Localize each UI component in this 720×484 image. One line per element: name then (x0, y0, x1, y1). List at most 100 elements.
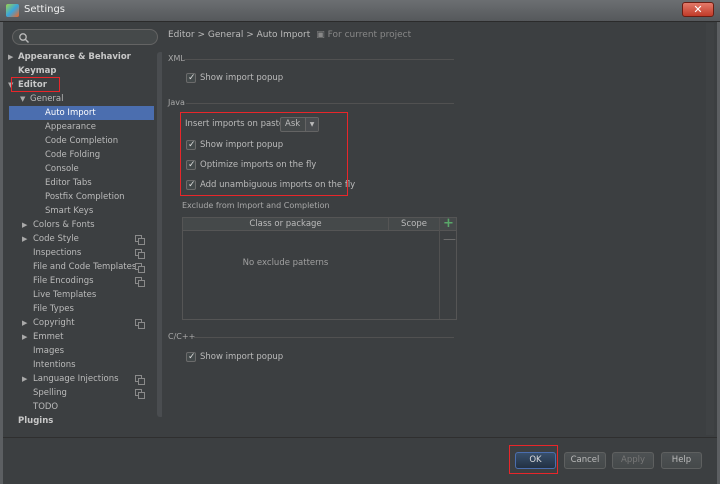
settings-main-panel: Editor > General > Auto Import ▣ For curr… (162, 22, 717, 437)
tree-item-label: File Types (33, 304, 74, 314)
tree-item-console[interactable]: Console (6, 162, 154, 176)
tree-item-label: Images (33, 346, 65, 356)
tree-item-code-completion[interactable]: Code Completion (6, 134, 154, 148)
tree-item-editor-tabs[interactable]: Editor Tabs (6, 176, 154, 190)
cancel-button[interactable]: Cancel (564, 452, 606, 469)
exclude-label: Exclude from Import and Completion (182, 201, 330, 210)
help-button[interactable]: Help (661, 452, 702, 469)
tree-item-label: Appearance (45, 122, 97, 132)
project-scope-icon (135, 277, 145, 287)
tree-item-label: Keymap (18, 66, 57, 76)
tree-item-language-injections[interactable]: ▶ Language Injections (6, 372, 154, 386)
tree-item-general[interactable]: ▼ General (6, 92, 154, 106)
tree-item-keymap[interactable]: Keymap (6, 64, 154, 78)
expand-arrow-icon[interactable]: ▶ (22, 218, 27, 232)
collapse-arrow-icon[interactable]: ▼ (20, 92, 25, 106)
tree-item-colors-fonts[interactable]: ▶ Colors & Fonts (6, 218, 154, 232)
tree-item-inspections[interactable]: Inspections (6, 246, 154, 260)
tree-item-label: Plugins (18, 416, 54, 426)
app-logo-icon (6, 4, 19, 17)
exclude-empty-message: No exclude patterns (242, 258, 329, 268)
tree-item-label: Auto Import (45, 108, 96, 118)
tree-item-label: File Encodings (33, 276, 94, 286)
xml-section-label: XML (168, 54, 185, 63)
tree-item-label: General (30, 94, 64, 104)
tree-item-smart-keys[interactable]: Smart Keys (6, 204, 154, 218)
settings-search-input[interactable] (12, 29, 158, 45)
tree-item-appearance[interactable]: Appearance (6, 120, 154, 134)
project-scope-icon: ▣ (316, 30, 325, 40)
project-scope-icon (135, 263, 145, 273)
tree-item-label: Emmet (33, 332, 64, 342)
tree-item-emmet[interactable]: ▶ Emmet (6, 330, 154, 344)
breadcrumb-scope: For current project (327, 30, 412, 40)
column-header-class[interactable]: Class or package (183, 218, 388, 231)
tree-item-copyright[interactable]: ▶ Copyright (6, 316, 154, 330)
dialog-footer: OK Cancel Apply Help (3, 437, 717, 484)
add-pattern-icon[interactable]: + (443, 216, 454, 231)
tree-item-spelling[interactable]: Spelling (6, 386, 154, 400)
tree-item-label: Language Injections (33, 374, 119, 384)
java-section-label: Java (168, 98, 185, 107)
checkbox-checked-icon[interactable] (186, 71, 196, 85)
tree-item-todo[interactable]: TODO (6, 400, 154, 414)
window-title: Settings (24, 4, 66, 15)
tree-item-label: Copyright (33, 318, 75, 328)
tree-item-intentions[interactable]: Intentions (6, 358, 154, 372)
breadcrumb: Editor > General > Auto Import ▣ For curr… (168, 30, 411, 40)
remove-pattern-icon[interactable]: — (443, 232, 456, 247)
tree-item-appearance-behavior[interactable]: ▶ Appearance & Behavior (6, 50, 154, 64)
tree-item-label: Code Style (33, 234, 79, 244)
exclude-table-header: Class or package Scope (183, 218, 456, 231)
tree-item-file-types[interactable]: File Types (6, 302, 154, 316)
tree-item-label: Spelling (33, 388, 67, 398)
breadcrumb-path: Editor > General > Auto Import (168, 30, 311, 40)
tree-item-code-style[interactable]: ▶ Code Style (6, 232, 154, 246)
tree-item-label: Editor Tabs (45, 178, 92, 188)
search-icon (19, 33, 29, 43)
main-scrollbar[interactable] (706, 23, 714, 435)
checkbox-label: Show import popup (200, 352, 284, 362)
tree-item-file-encodings[interactable]: File Encodings (6, 274, 154, 288)
tree-item-label: Colors & Fonts (33, 220, 95, 230)
tree-item-label: File and Code Templates (33, 262, 137, 272)
project-scope-icon (135, 249, 145, 259)
tree-item-label: Intentions (33, 360, 76, 370)
cpp-section-divider (194, 337, 454, 338)
exclude-patterns-table[interactable]: Class or package Scope No exclude patter… (182, 216, 457, 320)
window-close-button[interactable]: ✕ (682, 2, 714, 17)
checkbox-label: Show import popup (200, 73, 284, 83)
tree-item-postfix-completion[interactable]: Postfix Completion (6, 190, 154, 204)
project-scope-icon (135, 375, 145, 385)
tree-item-plugins[interactable]: Plugins (6, 414, 154, 428)
expand-arrow-icon[interactable]: ▶ (22, 372, 27, 386)
tree-item-label: Appearance & Behavior (18, 52, 131, 62)
tree-item-label: Smart Keys (45, 206, 94, 216)
tree-item-file-code-templates[interactable]: File and Code Templates (6, 260, 154, 274)
expand-arrow-icon[interactable]: ▶ (22, 232, 27, 246)
expand-arrow-icon[interactable]: ▶ (22, 330, 27, 344)
tree-item-label: Code Folding (45, 150, 101, 160)
tree-item-label: Live Templates (33, 290, 97, 300)
java-section-divider (186, 103, 454, 104)
xml-section-divider (184, 59, 454, 60)
tree-item-images[interactable]: Images (6, 344, 154, 358)
window-titlebar: Settings ✕ (0, 0, 720, 22)
cpp-section-label: C/C++ (168, 332, 196, 341)
checkbox-checked-icon[interactable] (186, 350, 196, 364)
project-scope-icon (135, 319, 145, 329)
project-scope-icon (135, 235, 145, 245)
tree-item-label: Console (45, 164, 79, 174)
tree-item-auto-import[interactable]: Auto Import (9, 106, 154, 120)
expand-arrow-icon[interactable]: ▶ (8, 50, 13, 64)
tree-item-code-folding[interactable]: Code Folding (6, 148, 154, 162)
editor-highlight-box (11, 77, 60, 92)
tree-item-label: TODO (33, 402, 59, 412)
tree-item-label: Code Completion (45, 136, 119, 146)
apply-button[interactable]: Apply (612, 452, 654, 469)
tree-item-live-templates[interactable]: Live Templates (6, 288, 154, 302)
expand-arrow-icon[interactable]: ▶ (22, 316, 27, 330)
tree-item-label: Postfix Completion (45, 192, 125, 202)
table-toolbar-divider (439, 218, 440, 319)
column-header-scope[interactable]: Scope (388, 218, 439, 231)
